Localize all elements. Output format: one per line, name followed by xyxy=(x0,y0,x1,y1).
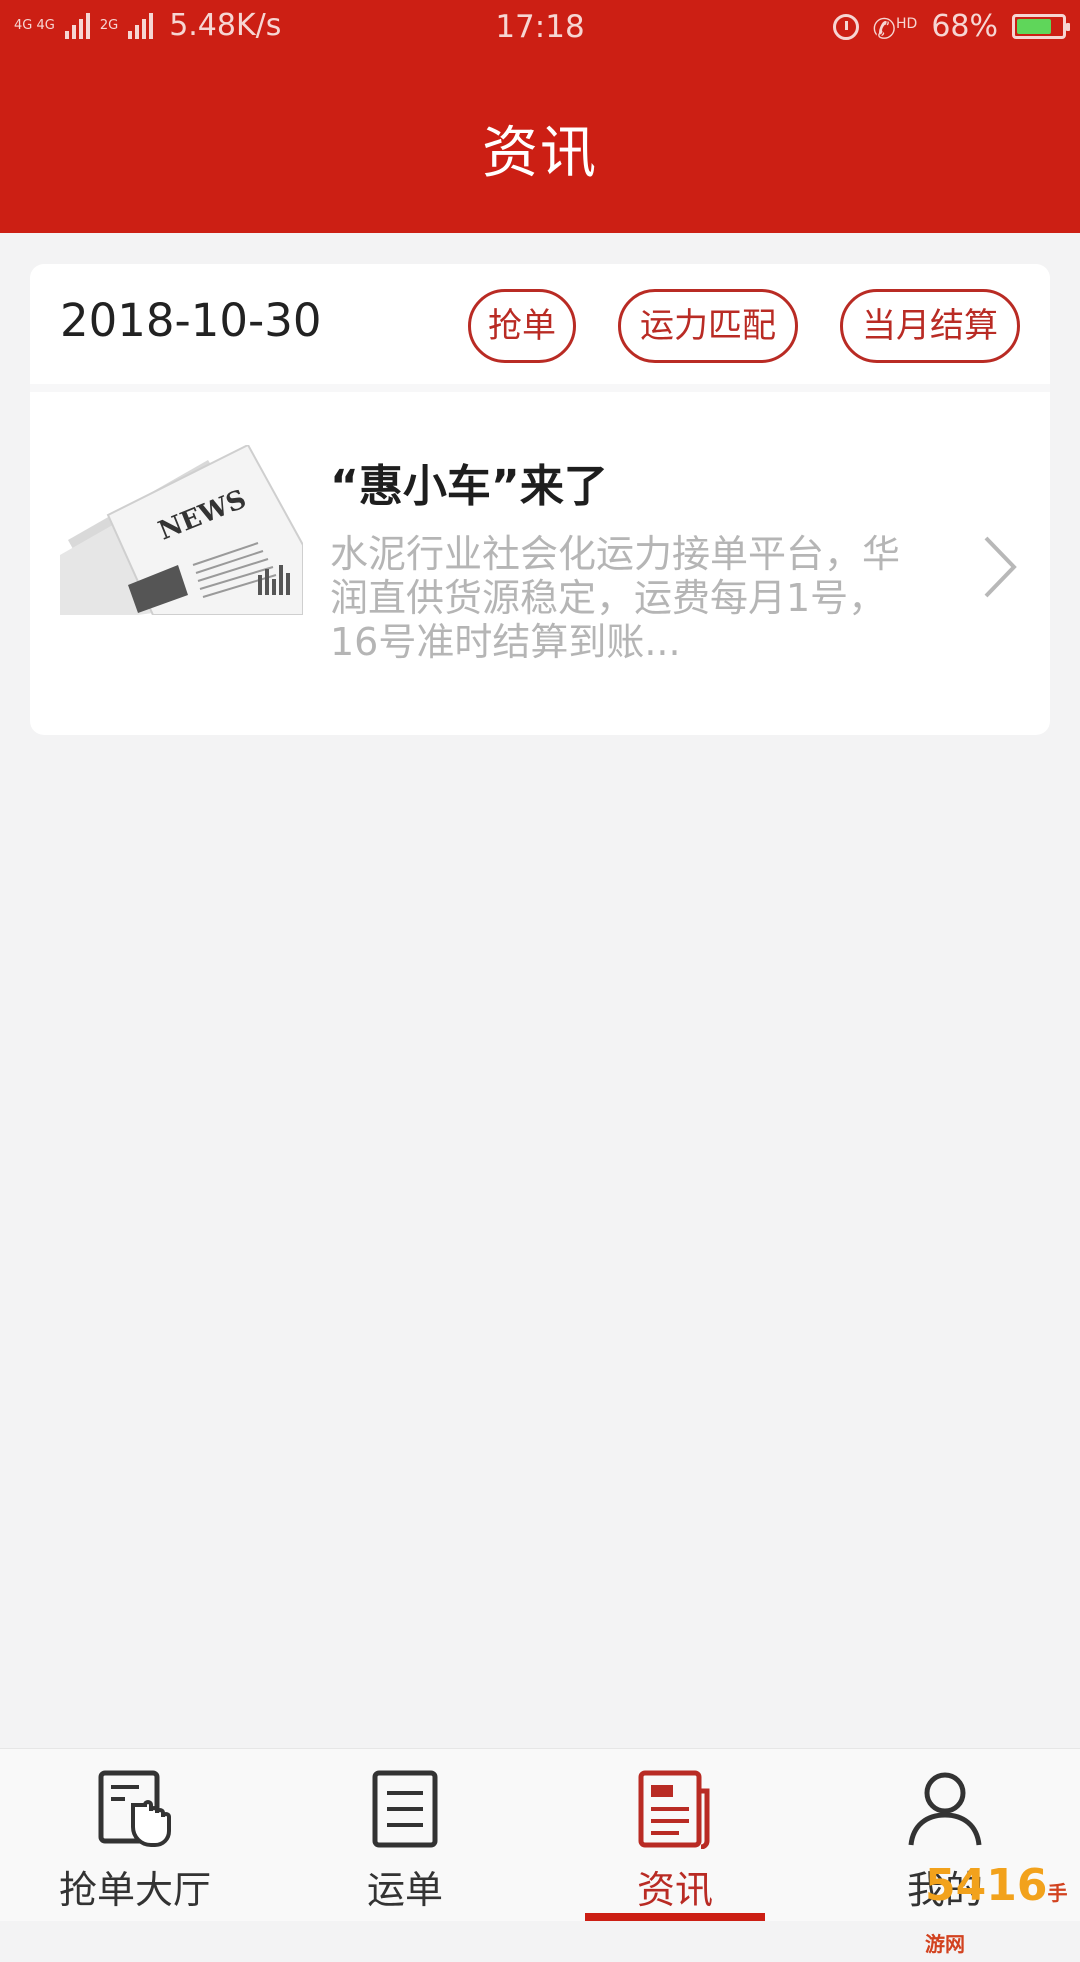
news-description: 水泥行业社会化运力接单平台，华润直供货源稳定，运费每月1号，16号准时结算到账.… xyxy=(330,532,901,664)
news-date: 2018-10-30 xyxy=(60,294,322,347)
status-bar: 4G 4G 2G 5.48K/s 17:18 ✆HD 68% xyxy=(0,0,1080,58)
watermark-text: 5416 xyxy=(925,1860,1048,1911)
nav-item-waybill[interactable]: 运单 xyxy=(305,1749,505,1921)
news-list-item[interactable]: NEWS “惠小车”来了 水泥行业社会化运力接单平台，华润直供货源稳定，运费每月… xyxy=(30,392,1050,735)
nav-label-news: 资讯 xyxy=(636,1868,713,1912)
battery-percent: 68% xyxy=(931,9,998,44)
nav-label-waybill: 运单 xyxy=(366,1868,443,1912)
divider xyxy=(30,384,1050,392)
nav-item-grab-hall[interactable]: 抢单大厅 xyxy=(35,1749,235,1921)
nav-item-news[interactable]: 资讯 xyxy=(575,1749,775,1921)
status-right: ✆HD 68% xyxy=(832,9,1070,46)
hand-tap-icon xyxy=(98,1770,171,1847)
newspaper-icon xyxy=(638,1770,710,1849)
user-icon xyxy=(908,1772,982,1846)
newspaper-thumbnail: NEWS xyxy=(60,445,303,615)
hd-label: HD xyxy=(896,15,918,32)
chevron-right-icon xyxy=(984,536,1017,598)
nav-label-grab-hall: 抢单大厅 xyxy=(58,1868,211,1912)
site-watermark: 5416手游网 xyxy=(925,1860,1080,1962)
document-list-icon xyxy=(372,1770,438,1848)
hd-call-icon: ✆HD xyxy=(872,12,918,46)
tag-monthly-settlement[interactable]: 当月结算 xyxy=(840,289,1020,363)
battery-icon xyxy=(1012,14,1070,39)
news-card: 2018-10-30 抢单 运力匹配 当月结算 NEWS “惠小车”来了 水泥行… xyxy=(30,264,1050,735)
tag-capacity-match[interactable]: 运力匹配 xyxy=(618,289,798,363)
tag-grab-order[interactable]: 抢单 xyxy=(468,289,576,363)
card-header: 2018-10-30 抢单 运力匹配 当月结算 xyxy=(30,264,1050,384)
app-header: 4G 4G 2G 5.48K/s 17:18 ✆HD 68% 资讯 xyxy=(0,0,1080,233)
news-title: “惠小车”来了 xyxy=(330,461,608,512)
bottom-nav: 抢单大厅 运单 资讯 我的 xyxy=(0,1748,1080,1921)
alarm-icon xyxy=(832,13,859,40)
page-title: 资讯 xyxy=(482,121,598,186)
